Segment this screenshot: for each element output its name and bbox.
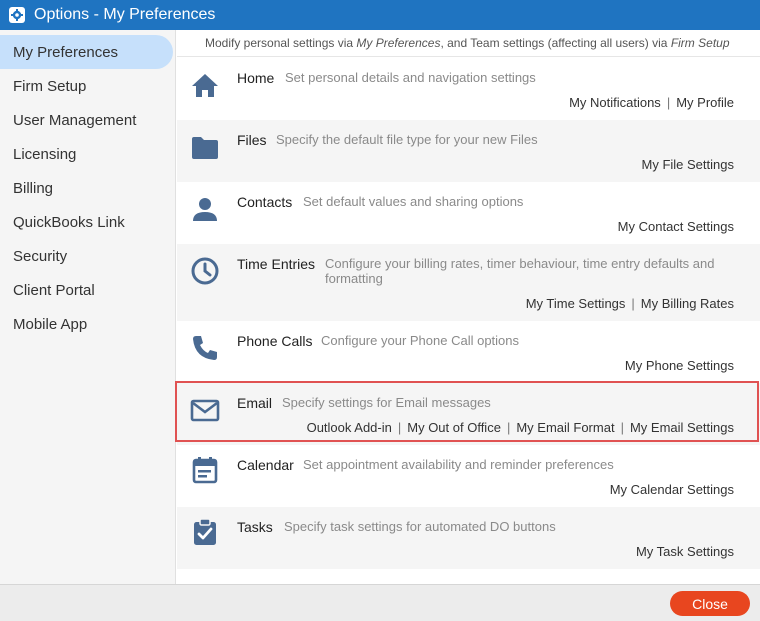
close-button[interactable]: Close xyxy=(670,591,750,616)
sidebar-item-billing[interactable]: Billing xyxy=(0,171,175,205)
row-time-entries: Time Entries Configure your billing rate… xyxy=(177,244,760,321)
intro-prefix: Modify personal settings via xyxy=(205,36,354,50)
my-notifications-link[interactable]: My Notifications xyxy=(569,95,661,110)
intro-my-preferences: My Preferences xyxy=(356,36,441,50)
row-title: Tasks xyxy=(237,519,273,535)
sidebar-item-licensing[interactable]: Licensing xyxy=(0,137,175,171)
my-profile-link[interactable]: My Profile xyxy=(676,95,734,110)
row-title: Home xyxy=(237,70,275,86)
sidebar-item-my-preferences[interactable]: My Preferences xyxy=(0,35,173,69)
title-bar: Options - My Preferences xyxy=(0,0,760,30)
my-time-settings-link[interactable]: My Time Settings xyxy=(526,296,626,311)
sidebar-item-firm-setup[interactable]: Firm Setup xyxy=(0,69,175,103)
intro-middle: , and Team settings (affecting all users… xyxy=(440,36,668,50)
separator: | xyxy=(666,95,671,110)
row-title: Time Entries xyxy=(237,256,316,272)
phone-icon xyxy=(193,336,217,360)
home-icon xyxy=(192,74,218,97)
row-links: My Task Settings xyxy=(636,544,734,559)
gear-icon xyxy=(9,7,25,23)
preferences-panel: Modify personal settings via My Preferen… xyxy=(177,30,760,584)
row-phone-calls: Phone Calls Configure your Phone Call op… xyxy=(177,321,760,383)
row-links: My Contact Settings xyxy=(618,219,734,234)
row-calendar: Calendar Set appointment availability an… xyxy=(177,445,760,507)
intro-firm-setup: Firm Setup xyxy=(670,36,730,50)
row-description: Set appointment availability and reminde… xyxy=(303,457,614,472)
row-links: My Phone Settings xyxy=(625,358,734,373)
my-task-settings-link[interactable]: My Task Settings xyxy=(636,544,734,559)
row-links: My Time Settings | My Billing Rates xyxy=(526,296,734,311)
sidebar-item-user-management[interactable]: User Management xyxy=(0,103,175,137)
window-title: Options - My Preferences xyxy=(34,6,216,23)
row-links: My Calendar Settings xyxy=(610,482,734,497)
row-title: Contacts xyxy=(237,194,293,210)
row-links: My Notifications | My Profile xyxy=(569,95,734,110)
row-description: Set default values and sharing options xyxy=(303,194,524,209)
calendar-icon xyxy=(192,457,218,484)
sidebar-item-quickbooks-link[interactable]: QuickBooks Link xyxy=(0,205,175,239)
row-description: Specify the default file type for your n… xyxy=(276,132,538,147)
row-files: Files Specify the default file type for … xyxy=(177,120,760,182)
row-description: Set personal details and navigation sett… xyxy=(285,70,536,85)
email-row-highlight xyxy=(175,381,759,442)
row-tasks: Tasks Specify task settings for automate… xyxy=(177,507,760,569)
my-calendar-settings-link[interactable]: My Calendar Settings xyxy=(610,482,734,497)
clipboard-check-icon xyxy=(194,518,216,545)
row-description: Specify task settings for automated DO b… xyxy=(284,519,556,534)
folder-icon xyxy=(192,137,218,159)
intro-text: Modify personal settings via My Preferen… xyxy=(177,30,760,57)
row-links: My File Settings xyxy=(642,157,734,172)
row-contacts: Contacts Set default values and sharing … xyxy=(177,182,760,244)
dialog-footer: Close xyxy=(0,584,760,621)
row-title: Phone Calls xyxy=(237,333,313,349)
sidebar-item-security[interactable]: Security xyxy=(0,239,175,273)
row-description: Configure your billing rates, timer beha… xyxy=(325,256,715,286)
row-title: Files xyxy=(237,132,267,148)
row-home: Home Set personal details and navigation… xyxy=(177,58,760,120)
separator: | xyxy=(631,296,635,311)
row-title: Calendar xyxy=(237,457,294,473)
my-phone-settings-link[interactable]: My Phone Settings xyxy=(625,358,734,373)
my-billing-rates-link[interactable]: My Billing Rates xyxy=(641,296,734,311)
person-icon xyxy=(193,198,217,221)
sidebar: My Preferences Firm Setup User Managemen… xyxy=(0,30,176,584)
my-file-settings-link[interactable]: My File Settings xyxy=(642,157,734,172)
sidebar-item-mobile-app[interactable]: Mobile App xyxy=(0,307,175,341)
row-description: Configure your Phone Call options xyxy=(321,333,520,348)
clock-icon xyxy=(191,257,219,285)
my-contact-settings-link[interactable]: My Contact Settings xyxy=(618,219,734,234)
sidebar-item-client-portal[interactable]: Client Portal xyxy=(0,273,175,307)
